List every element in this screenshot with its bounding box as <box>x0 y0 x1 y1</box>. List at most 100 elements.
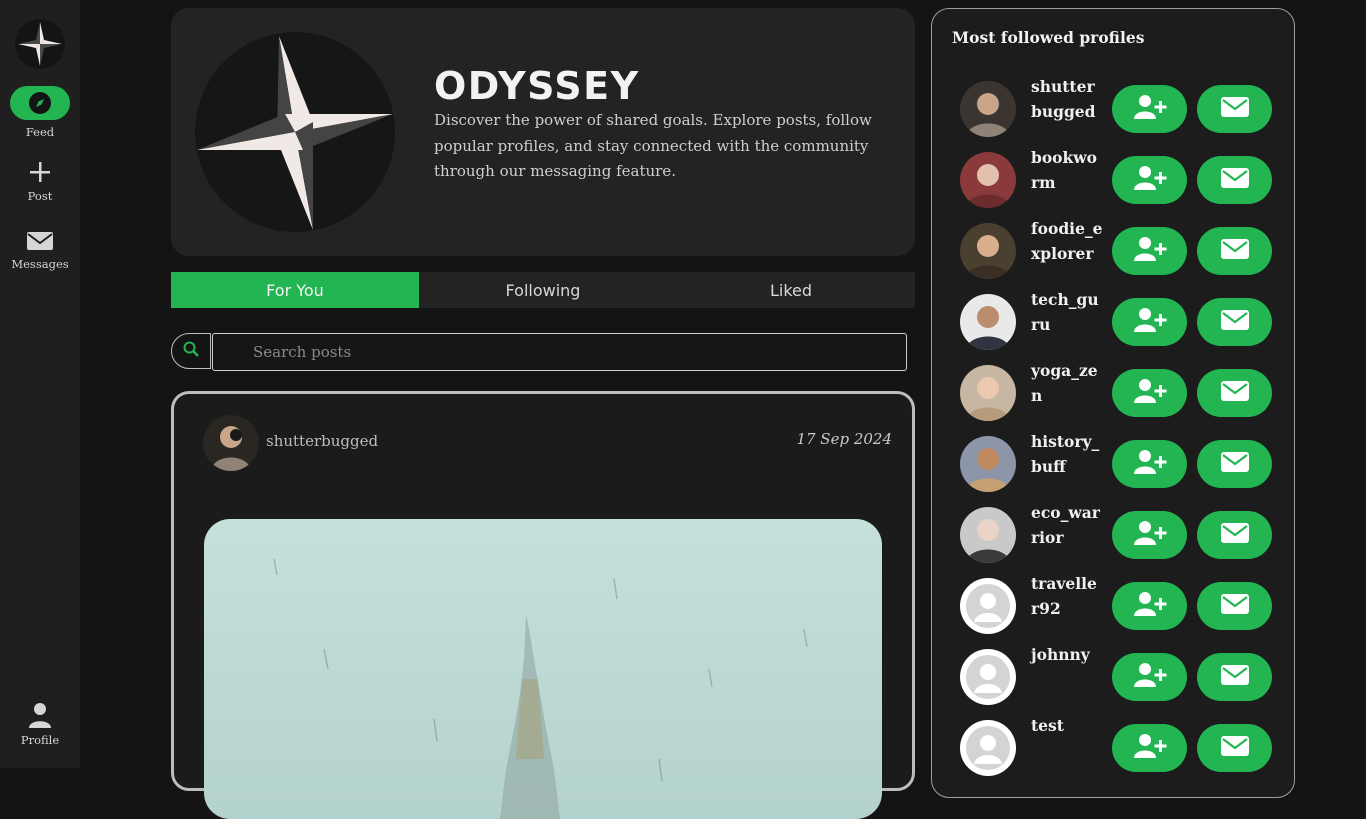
user-plus-icon <box>1133 733 1167 763</box>
profile-avatar[interactable] <box>960 223 1016 279</box>
compass-star-icon <box>197 36 393 230</box>
panel-title: Most followed profiles <box>952 28 1145 47</box>
message-button[interactable] <box>1197 227 1272 275</box>
envelope-icon <box>1220 167 1249 193</box>
message-button[interactable] <box>1197 511 1272 559</box>
app-logo[interactable] <box>15 19 65 69</box>
follow-button[interactable] <box>1112 369 1187 417</box>
sidebar-item-post[interactable]: Post <box>0 160 80 203</box>
sidebar-item-label: Post <box>27 189 53 203</box>
compass-icon <box>29 92 51 114</box>
sidebar-item-label: Feed <box>25 125 55 139</box>
follow-button[interactable] <box>1112 724 1187 772</box>
tab-for-you[interactable]: For You <box>171 272 419 308</box>
plus-icon <box>28 162 52 187</box>
envelope-icon <box>1220 593 1249 619</box>
follow-button[interactable] <box>1112 653 1187 701</box>
user-plus-icon <box>1133 236 1167 266</box>
profile-avatar[interactable] <box>960 578 1016 634</box>
feed-tabs: For You Following Liked <box>171 272 915 308</box>
profile-name[interactable]: shutterbugged <box>1031 74 1103 124</box>
message-button[interactable] <box>1197 298 1272 346</box>
search-button[interactable] <box>171 333 211 369</box>
follow-button[interactable] <box>1112 440 1187 488</box>
most-followed-panel: Most followed profiles shutterbugged book… <box>931 8 1295 798</box>
user-plus-icon <box>1133 662 1167 692</box>
search-input[interactable] <box>212 333 907 371</box>
profile-row: shutterbugged <box>960 77 1280 139</box>
profile-name[interactable]: foodie_explorer <box>1031 216 1103 266</box>
profile-avatar[interactable] <box>960 507 1016 563</box>
profile-avatar[interactable] <box>960 365 1016 421</box>
message-button[interactable] <box>1197 582 1272 630</box>
sidebar-item-feed[interactable]: Feed <box>0 86 80 139</box>
search-icon <box>183 341 199 361</box>
envelope-icon <box>1220 380 1249 406</box>
post-image[interactable] <box>204 519 882 819</box>
user-plus-icon <box>1133 378 1167 408</box>
sidebar-item-messages[interactable]: Messages <box>0 230 80 271</box>
sidebar-item-label: Profile <box>20 733 60 747</box>
envelope-icon <box>1220 451 1249 477</box>
page-title: ODYSSEY <box>434 64 640 108</box>
hero-card: ODYSSEY Discover the power of shared goa… <box>171 8 915 256</box>
envelope-icon <box>1220 735 1249 761</box>
profile-name[interactable]: eco_warrior <box>1031 500 1103 550</box>
post-author-avatar[interactable] <box>203 415 259 471</box>
message-button[interactable] <box>1197 156 1272 204</box>
follow-button[interactable] <box>1112 156 1187 204</box>
envelope-icon <box>1220 522 1249 548</box>
post-username[interactable]: shutterbugged <box>266 432 378 450</box>
follow-button[interactable] <box>1112 582 1187 630</box>
profile-avatar[interactable] <box>960 81 1016 137</box>
message-button[interactable] <box>1197 724 1272 772</box>
sidebar-item-label: Messages <box>11 257 69 271</box>
profile-name[interactable]: tech_guru <box>1031 287 1103 337</box>
profile-name[interactable]: johnny <box>1031 642 1103 667</box>
sidebar: Feed Post Messages Profile <box>0 0 80 768</box>
post-card[interactable]: shutterbugged 17 Sep 2024 <box>171 391 915 819</box>
user-plus-icon <box>1133 94 1167 124</box>
envelope-icon <box>1220 96 1249 122</box>
profile-avatar[interactable] <box>960 649 1016 705</box>
hero-logo <box>195 32 395 232</box>
profile-name[interactable]: test <box>1031 713 1103 738</box>
message-button[interactable] <box>1197 369 1272 417</box>
tab-liked[interactable]: Liked <box>667 272 915 308</box>
profile-avatar[interactable] <box>960 152 1016 208</box>
follow-button[interactable] <box>1112 298 1187 346</box>
profile-name[interactable]: yoga_zen <box>1031 358 1103 408</box>
compass-star-logo-icon <box>18 22 62 66</box>
envelope-icon <box>1220 238 1249 264</box>
user-icon <box>28 703 52 731</box>
profile-row: foodie_explorer <box>960 219 1280 281</box>
profile-name[interactable]: history_buff <box>1031 429 1103 479</box>
follow-button[interactable] <box>1112 85 1187 133</box>
profile-row: johnny <box>960 645 1280 707</box>
user-plus-icon <box>1133 520 1167 550</box>
tab-following[interactable]: Following <box>419 272 667 308</box>
profile-name[interactable]: bookworm <box>1031 145 1103 195</box>
profile-row: bookworm <box>960 148 1280 210</box>
envelope-icon <box>27 232 53 255</box>
profile-row: test <box>960 716 1280 778</box>
message-button[interactable] <box>1197 85 1272 133</box>
envelope-icon <box>1220 664 1249 690</box>
user-plus-icon <box>1133 165 1167 195</box>
envelope-icon <box>1220 309 1249 335</box>
follow-button[interactable] <box>1112 227 1187 275</box>
profile-row: eco_warrior <box>960 503 1280 565</box>
profile-avatar[interactable] <box>960 436 1016 492</box>
profile-row: tech_guru <box>960 290 1280 352</box>
profile-row: yoga_zen <box>960 361 1280 423</box>
profile-avatar[interactable] <box>960 294 1016 350</box>
profile-name[interactable]: traveller92 <box>1031 571 1103 621</box>
post-date: 17 Sep 2024 <box>796 430 892 448</box>
message-button[interactable] <box>1197 653 1272 701</box>
user-plus-icon <box>1133 591 1167 621</box>
message-button[interactable] <box>1197 440 1272 488</box>
user-plus-icon <box>1133 449 1167 479</box>
profile-row: history_buff <box>960 432 1280 494</box>
follow-button[interactable] <box>1112 511 1187 559</box>
sidebar-item-profile[interactable]: Profile <box>0 702 80 747</box>
